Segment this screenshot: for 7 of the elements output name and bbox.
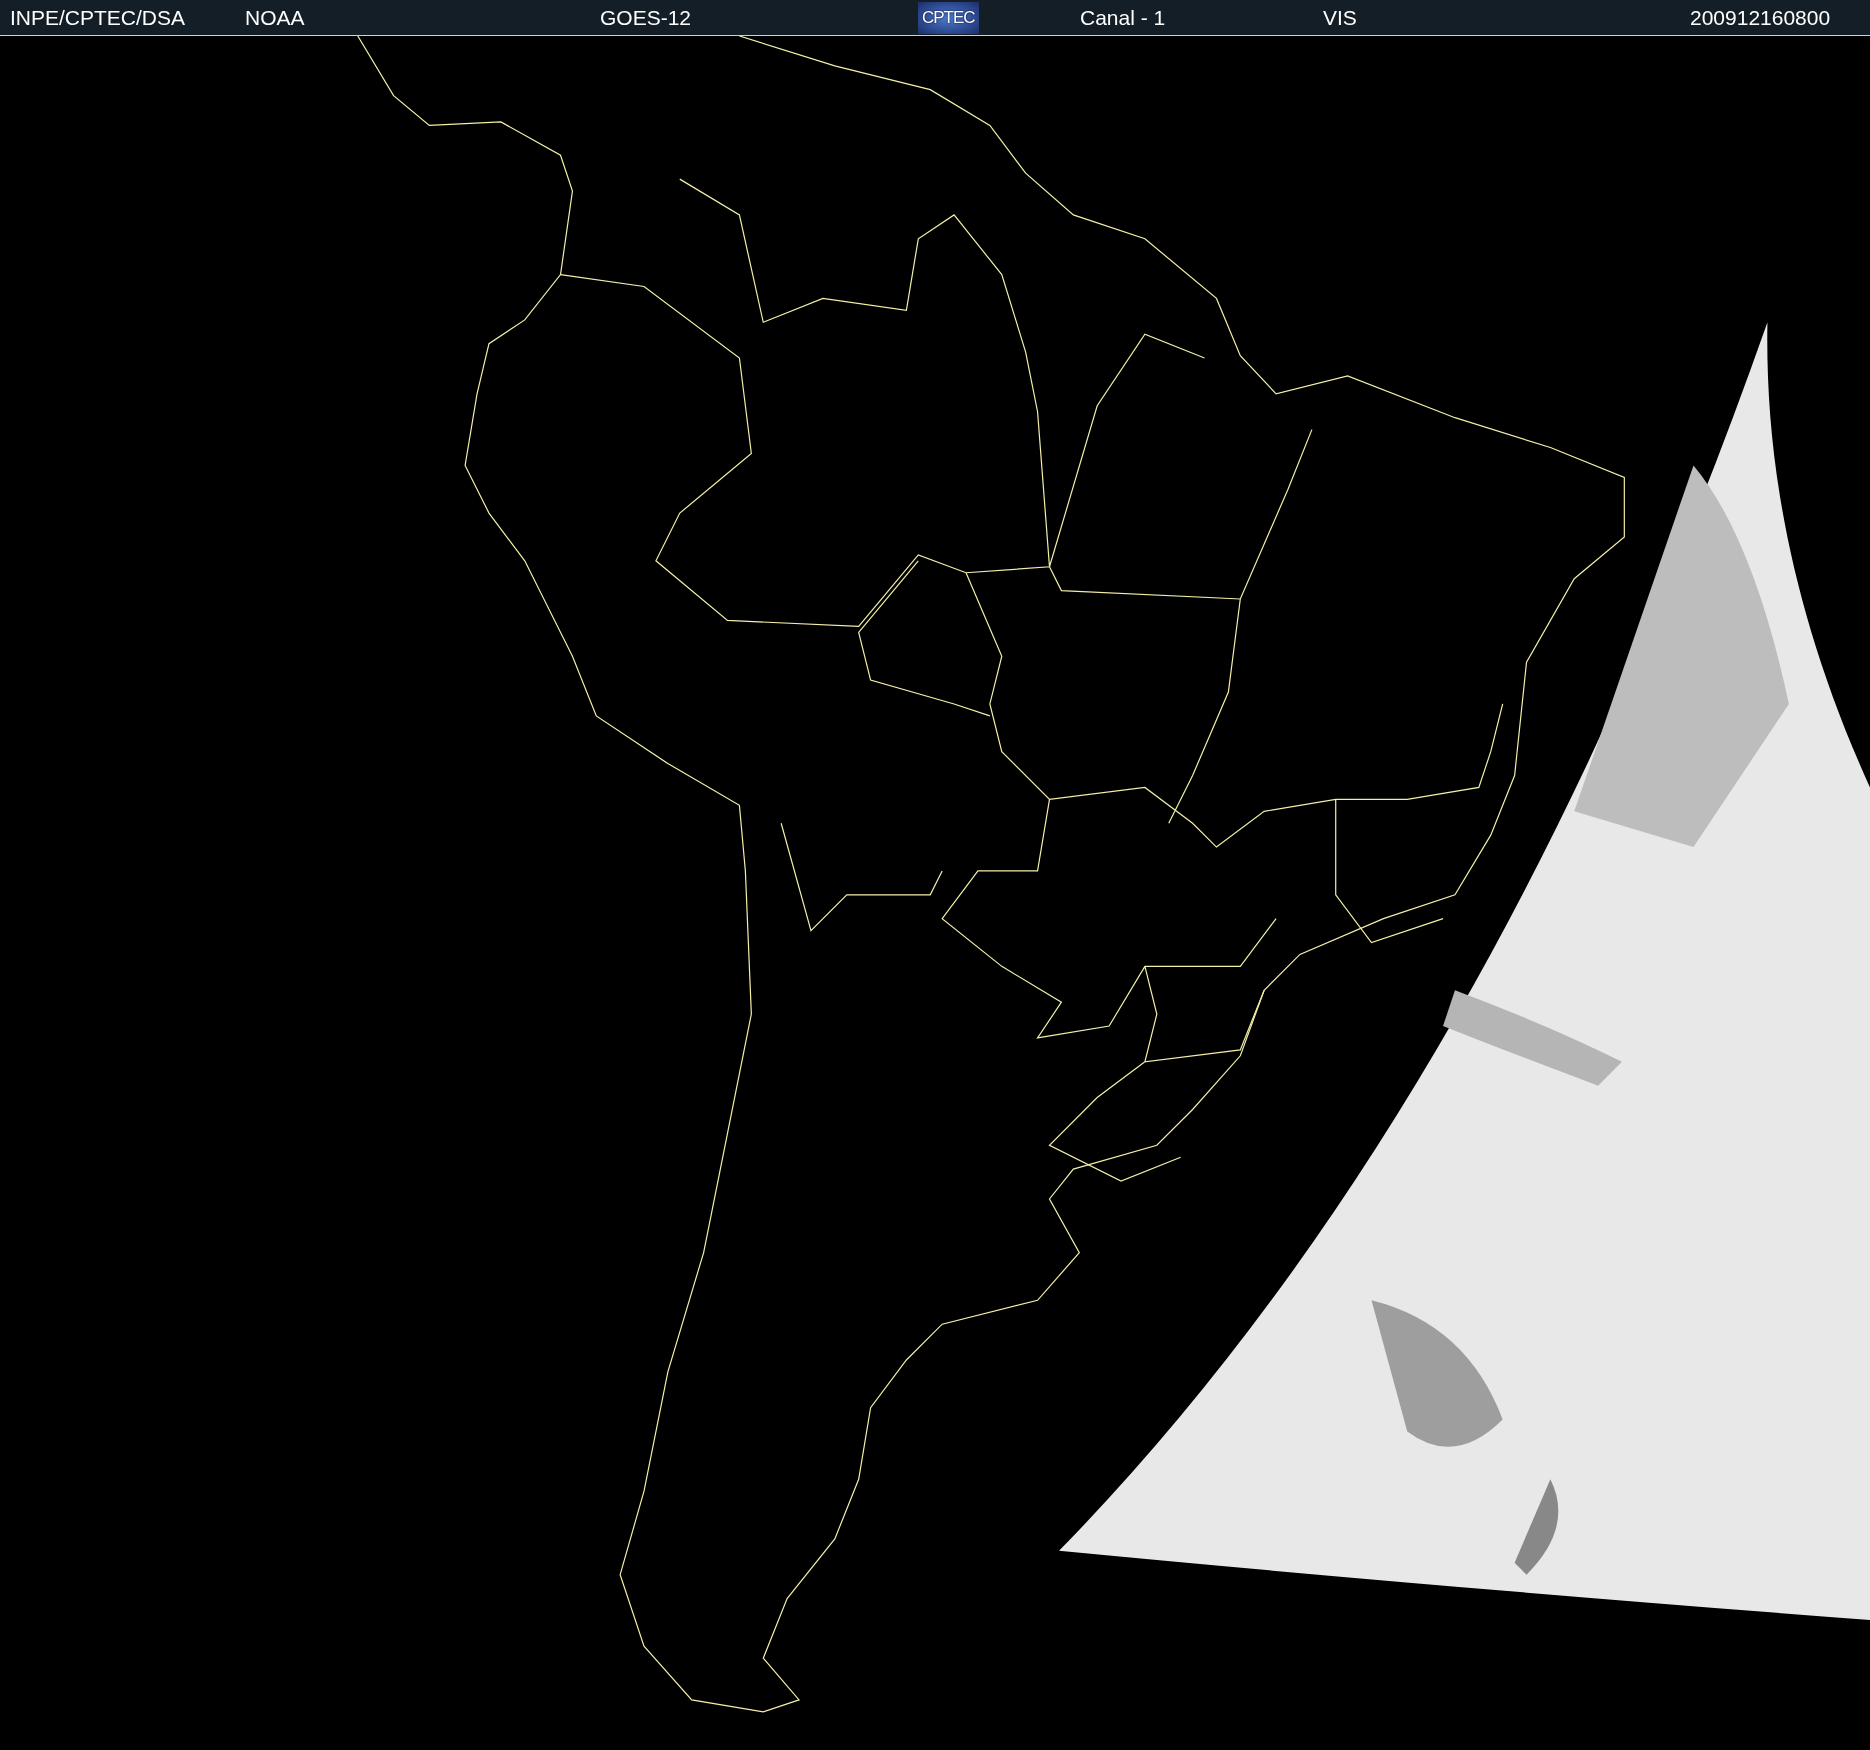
- header-text: VIS: [1323, 5, 1357, 30]
- header-text: 200912160800: [1690, 5, 1831, 30]
- header-text: GOES-12: [600, 5, 692, 30]
- logo: CPTEC: [918, 1, 979, 34]
- header-text: NOAA: [245, 5, 305, 30]
- header-text: Canal - 1: [1080, 5, 1166, 30]
- header-text: INPE/CPTEC/DSA: [10, 5, 186, 30]
